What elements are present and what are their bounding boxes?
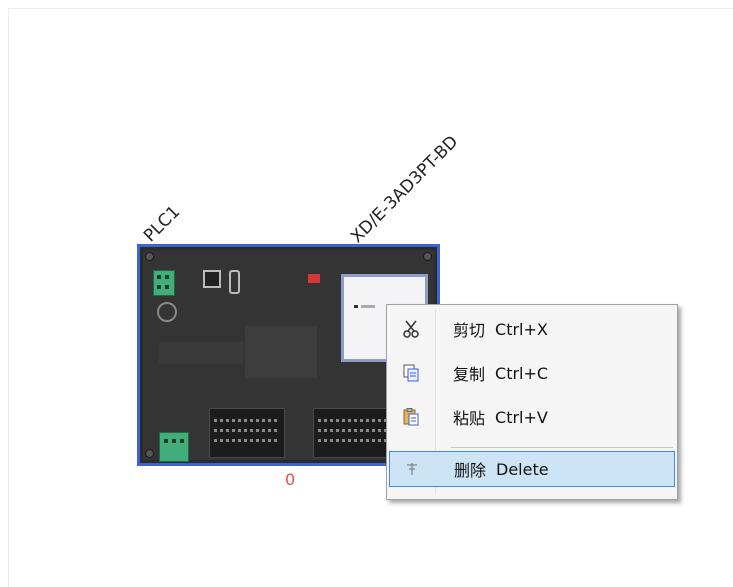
label-area xyxy=(245,326,317,378)
label-area xyxy=(159,342,243,364)
menu-item-delete[interactable]: 删除 Delete xyxy=(389,451,675,487)
scissors-icon xyxy=(397,320,425,338)
copy-icon xyxy=(397,364,425,382)
dip-switch xyxy=(308,274,320,283)
menu-item-label: 删除 xyxy=(454,461,487,480)
port-connector xyxy=(157,302,177,322)
menu-item-cut[interactable]: 剪切 Ctrl+X xyxy=(389,311,675,347)
context-menu: 剪切 Ctrl+X 复制 Ctrl+C 粘贴 Ctrl+V 删除 Delete xyxy=(386,304,678,500)
menu-item-label: 复制 xyxy=(453,365,486,384)
paste-icon xyxy=(397,408,425,426)
menu-item-copy[interactable]: 复制 Ctrl+C xyxy=(389,355,675,391)
screw-icon xyxy=(145,252,154,261)
io-terminal-right xyxy=(313,408,393,458)
io-terminal-left xyxy=(209,408,285,458)
screw-icon xyxy=(423,252,432,261)
usb-port xyxy=(229,270,240,294)
menu-item-paste[interactable]: 粘贴 Ctrl+V xyxy=(389,399,675,435)
power-terminal-block xyxy=(153,270,175,296)
device-index-label: 0 xyxy=(285,470,296,489)
menu-item-label: 剪切 xyxy=(453,321,486,340)
menu-item-shortcut: Delete xyxy=(496,459,549,479)
menu-item-shortcut: Ctrl+X xyxy=(495,319,548,339)
menu-item-shortcut: Ctrl+C xyxy=(495,363,549,383)
port-connector xyxy=(203,270,221,288)
menu-item-shortcut: Ctrl+V xyxy=(495,407,548,427)
output-terminal-block xyxy=(159,432,189,462)
screw-icon xyxy=(145,449,154,458)
delete-icon xyxy=(398,461,426,477)
menu-separator xyxy=(451,447,673,448)
menu-item-label: 粘贴 xyxy=(453,409,486,428)
